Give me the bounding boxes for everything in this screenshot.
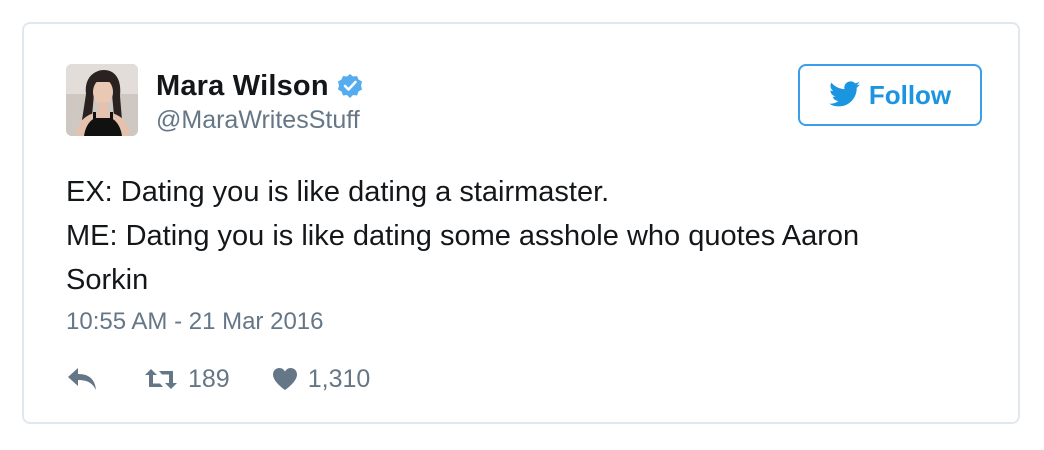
twitter-bird-icon xyxy=(828,81,860,107)
retweet-button[interactable]: 189 xyxy=(144,365,230,394)
verified-badge-icon xyxy=(337,73,363,99)
tweet-text-line: ME: Dating you is like dating some assho… xyxy=(66,220,860,252)
tweet-text-line: EX: Dating you is like dating a stairmas… xyxy=(66,176,610,208)
retweet-icon xyxy=(145,369,177,389)
reply-icon xyxy=(68,368,96,390)
follow-button[interactable]: Follow xyxy=(798,64,982,126)
author-display-name[interactable]: Mara Wilson xyxy=(156,70,329,103)
tweet-card: Mara Wilson @MaraWritesStuff Follow EX: … xyxy=(22,22,1020,424)
follow-button-label: Follow xyxy=(868,79,952,110)
tweet-timestamp[interactable]: 10:55 AM - 21 Mar 2016 xyxy=(66,308,323,336)
heart-icon xyxy=(272,368,297,390)
retweet-count: 189 xyxy=(188,364,230,393)
like-button[interactable]: 1,310 xyxy=(272,364,371,394)
avatar-photo-icon xyxy=(66,64,138,136)
author-handle[interactable]: @MaraWritesStuff xyxy=(156,106,360,135)
avatar[interactable] xyxy=(66,64,138,136)
tweet-text: EX: Dating you is like dating a stairmas… xyxy=(66,170,966,302)
tweet-text-line: Sorkin xyxy=(66,264,149,296)
tweet-actions: 189 1,310 xyxy=(66,362,370,396)
author-name-row: Mara Wilson xyxy=(156,66,363,106)
reply-button[interactable] xyxy=(66,366,98,392)
like-count: 1,310 xyxy=(307,364,371,393)
